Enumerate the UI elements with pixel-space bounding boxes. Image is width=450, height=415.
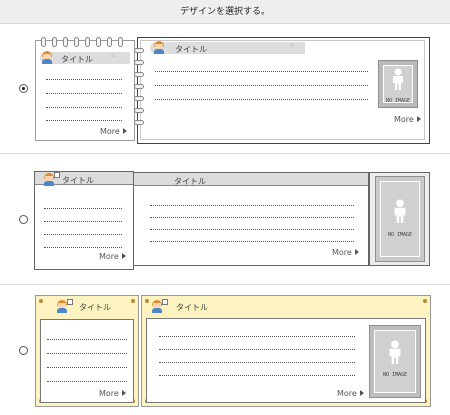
text-line [159, 336, 355, 337]
chevron-decoration-icon: ‹‹‹ [110, 50, 117, 61]
text-line [155, 85, 368, 86]
person-silhouette-icon [394, 199, 406, 223]
design-1-main-title: タイトル [175, 45, 207, 54]
text-line [44, 234, 122, 235]
design-1-no-image: NO IMAGE [378, 60, 418, 108]
badge-icon [67, 299, 73, 305]
design-3-no-image: NO IMAGE [369, 325, 421, 398]
design-2-main-card: タイトル More [133, 172, 369, 266]
design-3-side-more-link[interactable]: More [99, 389, 126, 398]
text-line [47, 367, 127, 368]
text-line [44, 208, 122, 209]
chevron-decoration-icon: ‹‹‹ [289, 40, 296, 51]
design-3-side-content: More [40, 319, 134, 403]
avatar-icon [41, 51, 53, 64]
design-3-side-title: タイトル [79, 303, 111, 312]
design-1-side-title: タイトル [61, 55, 93, 64]
binder-ring [134, 84, 144, 89]
design-3-main-more-link[interactable]: More [337, 389, 364, 398]
design-1-main-more-link[interactable]: More [394, 115, 421, 124]
text-line [150, 205, 354, 206]
badge-icon [162, 299, 168, 305]
text-line [155, 71, 368, 72]
design-1-main-title-bar [150, 42, 305, 54]
design-3-radio[interactable] [19, 346, 28, 355]
text-line [159, 349, 355, 350]
design-option-2[interactable]: タイトル More タイトル More NO IMAGE [0, 155, 450, 285]
design-2-side-more-link[interactable]: More [99, 252, 126, 261]
text-line [46, 120, 122, 121]
text-line [44, 221, 122, 222]
binder-ring [134, 120, 144, 125]
binder-ring [41, 37, 46, 47]
binder-ring [118, 37, 123, 47]
text-line [46, 79, 122, 80]
design-1-side-more-link[interactable]: More [100, 127, 127, 136]
binder-ring [134, 108, 144, 113]
text-line [47, 353, 127, 354]
text-line [159, 362, 355, 363]
design-3-side-card: タイトル More [35, 295, 139, 407]
binder-ring [134, 48, 144, 53]
design-3-main-content: More NO IMAGE [146, 318, 426, 403]
binder-ring [107, 37, 112, 47]
text-line [150, 229, 354, 230]
design-2-main-more-link[interactable]: More [332, 248, 359, 257]
no-image-label: NO IMAGE [382, 372, 408, 378]
design-option-3[interactable]: タイトル More タイトル More NO IMAGE [0, 286, 450, 415]
binder-ring [74, 37, 79, 47]
design-3-main-card: タイトル More NO IMAGE [141, 295, 431, 407]
text-line [155, 99, 368, 100]
text-line [47, 339, 127, 340]
design-2-image-panel: NO IMAGE [369, 172, 430, 266]
binder-ring [85, 37, 90, 47]
page-header: デザインを選択する。 [0, 0, 450, 24]
text-line [159, 375, 355, 376]
design-2-side-card: タイトル More [34, 171, 134, 270]
text-line [150, 241, 354, 242]
person-silhouette-icon [393, 68, 403, 90]
badge-icon [54, 172, 60, 178]
design-1-side-card: タイトル ‹‹‹ More [35, 40, 135, 141]
text-line [46, 107, 122, 108]
no-image-label: NO IMAGE [387, 232, 413, 238]
text-line [44, 247, 122, 248]
binder-ring [134, 96, 144, 101]
design-2-main-title: タイトル [174, 177, 206, 186]
person-silhouette-icon [389, 340, 401, 364]
binder-ring [134, 60, 144, 65]
binder-ring [134, 72, 144, 77]
design-option-1[interactable]: タイトル ‹‹‹ More タイトル ‹‹‹ NO IMAGE More [0, 24, 450, 154]
text-line [150, 217, 354, 218]
text-line [46, 93, 122, 94]
header-title: デザインを選択する。 [179, 7, 270, 17]
binder-ring [52, 37, 57, 47]
design-3-main-title: タイトル [176, 303, 208, 312]
binder-ring [96, 37, 101, 47]
avatar-icon [153, 41, 165, 54]
text-line [47, 381, 127, 382]
no-image-label: NO IMAGE [385, 98, 411, 104]
design-2-main-title-strip [134, 173, 368, 186]
design-2-radio[interactable] [19, 215, 28, 224]
design-2-side-title: タイトル [62, 176, 94, 185]
binder-ring [63, 37, 68, 47]
design-1-radio[interactable] [19, 84, 28, 93]
design-2-no-image: NO IMAGE [375, 176, 425, 262]
